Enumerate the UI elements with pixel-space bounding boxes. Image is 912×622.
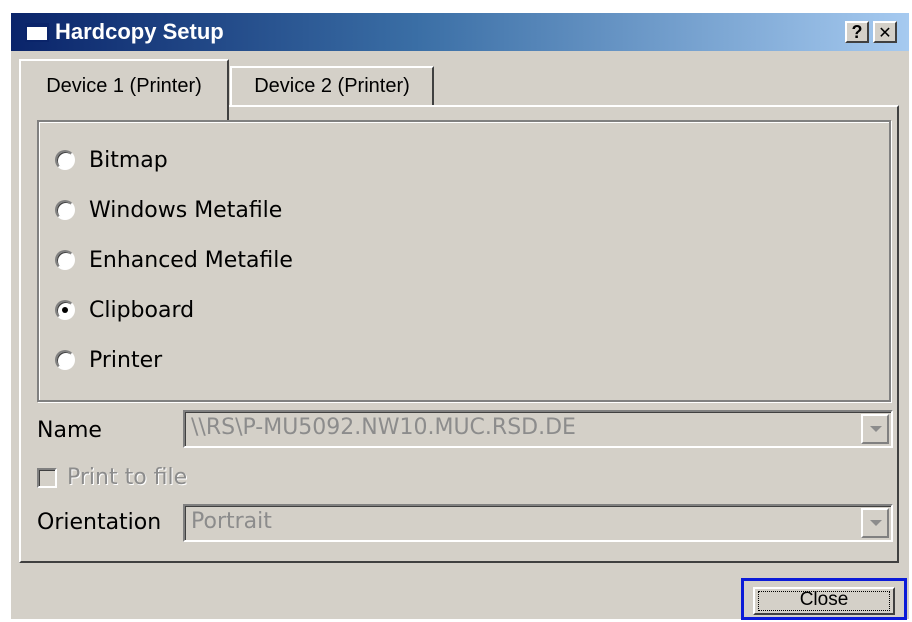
close-window-button[interactable]: ✕ — [873, 21, 897, 43]
radio-label: Printer — [89, 347, 163, 373]
printer-name-combo[interactable]: \\RS\P-MU5092.NW10.MUC.RSD.DE — [183, 410, 893, 448]
title-bar[interactable]: Hardcopy Setup ? ✕ — [11, 13, 909, 51]
close-button-focus-frame: Close — [741, 578, 907, 620]
radio-windows-metafile[interactable]: Windows Metafile — [55, 193, 282, 227]
print-to-file-label: Print to file — [67, 465, 188, 490]
radio-enhanced-metafile[interactable]: Enhanced Metafile — [55, 243, 293, 277]
close-button[interactable]: Close — [753, 587, 895, 615]
tab-device-1[interactable]: Device 1 (Printer) — [19, 59, 229, 121]
orientation-value: Portrait — [191, 509, 272, 534]
radio-bitmap[interactable]: Bitmap — [55, 143, 168, 177]
orientation-label: Orientation — [37, 510, 162, 535]
radio-button[interactable] — [55, 150, 75, 170]
radio-label: Bitmap — [89, 147, 168, 173]
help-button[interactable]: ? — [845, 21, 869, 43]
chevron-down-icon[interactable] — [861, 508, 889, 538]
name-label: Name — [37, 418, 102, 443]
printer-name-value: \\RS\P-MU5092.NW10.MUC.RSD.DE — [191, 415, 576, 440]
window-title: Hardcopy Setup — [55, 19, 224, 44]
radio-button[interactable] — [55, 200, 75, 220]
radio-button[interactable] — [55, 250, 75, 270]
radio-label: Clipboard — [89, 297, 195, 323]
print-to-file-checkbox[interactable] — [37, 467, 57, 488]
window-icon — [25, 23, 49, 42]
chevron-down-icon[interactable] — [861, 414, 889, 444]
orientation-combo[interactable]: Portrait — [183, 504, 893, 542]
radio-label: Enhanced Metafile — [89, 247, 293, 273]
radio-button[interactable] — [55, 350, 75, 370]
hardcopy-setup-dialog: Hardcopy Setup ? ✕ Device 1 (Printer) De… — [11, 13, 909, 620]
close-icon: ✕ — [878, 23, 892, 42]
radio-printer[interactable]: Printer — [55, 343, 162, 377]
radio-button-selected[interactable] — [55, 300, 75, 320]
tab-device-2[interactable]: Device 2 (Printer) — [230, 66, 434, 106]
radio-clipboard[interactable]: Clipboard — [55, 293, 194, 327]
radio-label: Windows Metafile — [89, 197, 283, 223]
print-to-file-row[interactable]: Print to file — [37, 465, 187, 490]
